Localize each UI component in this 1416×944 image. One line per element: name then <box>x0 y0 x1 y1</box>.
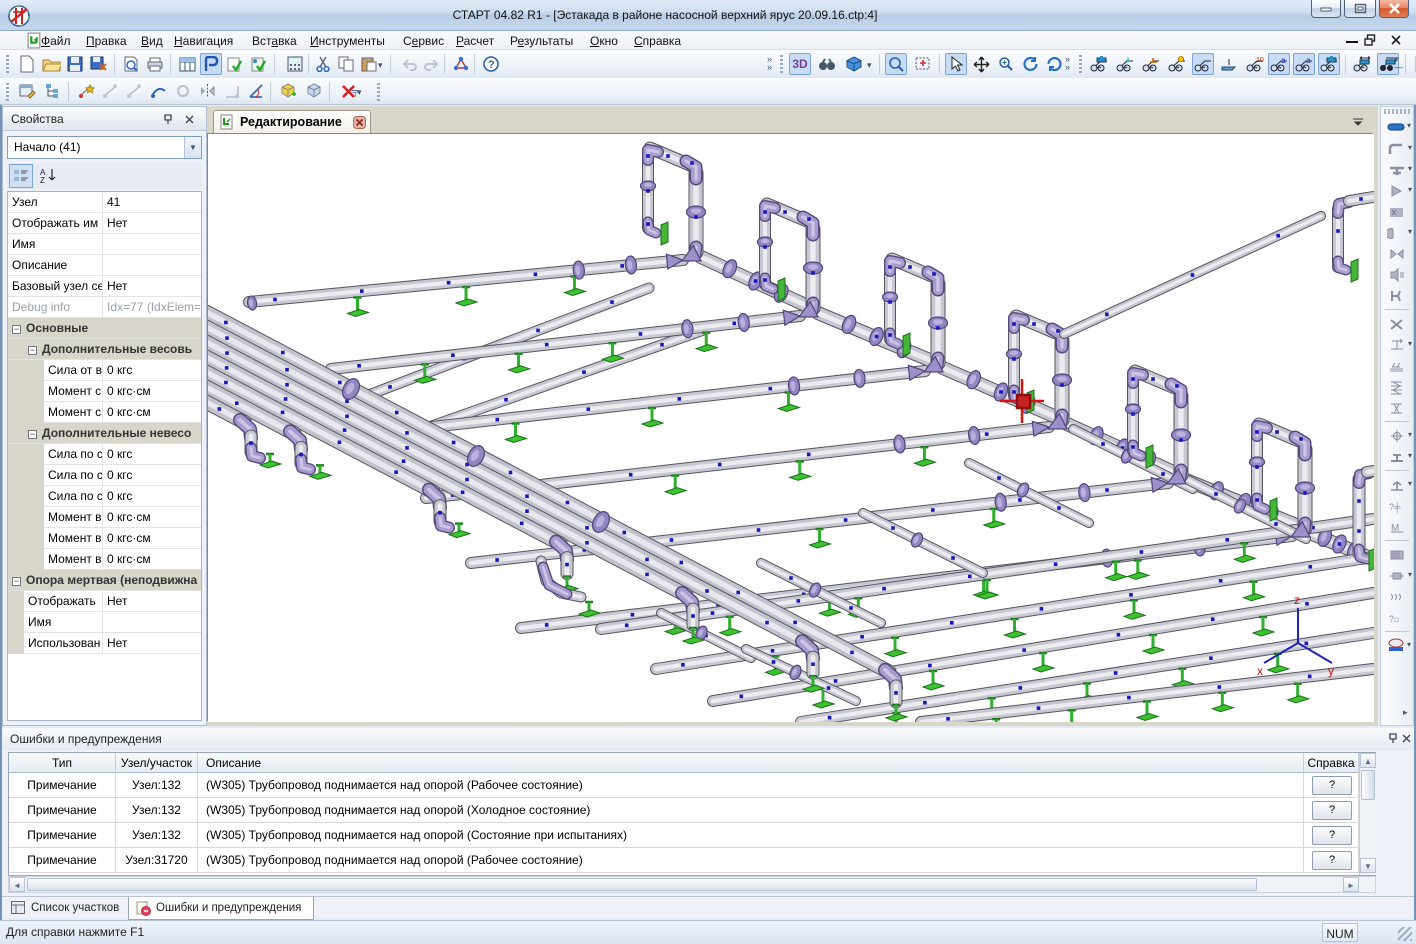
svg-text:z: z <box>1294 593 1300 607</box>
svg-text:Z: Z <box>40 176 45 183</box>
svg-text:?⌂: ?⌂ <box>1389 614 1399 624</box>
svg-text:y: y <box>1328 664 1334 678</box>
svg-text:a: a <box>1306 56 1311 65</box>
svg-text:x: x <box>1257 664 1263 678</box>
svg-text:a: a <box>1281 56 1286 65</box>
svg-text:?: ? <box>488 59 495 71</box>
svg-text:?╪: ?╪ <box>1389 501 1401 513</box>
svg-text:10: 10 <box>1256 57 1264 64</box>
